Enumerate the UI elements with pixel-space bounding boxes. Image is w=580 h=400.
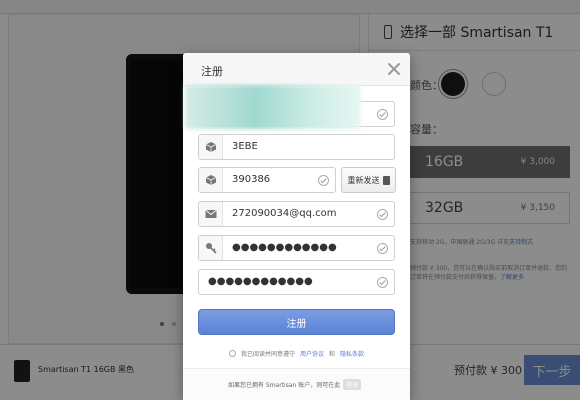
captcha-value: 3EBE	[232, 141, 258, 152]
redacted-region	[185, 85, 361, 129]
footer-message: 如果您已拥有 Smartisan 账户，则可在此	[228, 382, 341, 389]
close-icon[interactable]	[386, 61, 402, 77]
privacy-policy-link[interactable]: 隐私条款	[340, 349, 364, 358]
captcha-field[interactable]: 3EBE	[198, 134, 395, 160]
resend-label: 重新发送	[347, 175, 380, 185]
phone-icon	[382, 175, 390, 185]
cube-icon	[199, 168, 223, 192]
envelope-icon	[199, 202, 223, 226]
agreement-text: 我已阅读并同意遵守	[241, 350, 296, 358]
check-icon	[377, 243, 388, 254]
sms-code-value: 390386	[232, 174, 271, 185]
sms-code-field[interactable]: 390386	[198, 167, 336, 193]
confirm-password-value: ●●●●●●●●●●●●	[208, 276, 313, 287]
email-field[interactable]: 272090034@qq.com	[198, 201, 395, 227]
check-icon	[318, 175, 329, 186]
check-icon	[377, 209, 388, 220]
agreement-checkbox[interactable]	[229, 349, 236, 357]
key-icon	[199, 236, 223, 260]
check-icon	[377, 109, 388, 120]
check-icon	[377, 277, 388, 288]
agreement-row: 我已阅读并同意遵守 用户协议 和 隐私条款	[229, 348, 364, 358]
user-agreement-link[interactable]: 用户协议	[300, 349, 324, 358]
email-value: 272090034@qq.com	[232, 208, 337, 219]
confirm-password-field[interactable]: ●●●●●●●●●●●●	[198, 269, 395, 295]
login-button[interactable]: 登录	[343, 379, 362, 390]
modal-title: 注册	[201, 65, 223, 78]
register-modal: 注册 3EBE 390386 重新发送 272090034@qq.com ●●●…	[183, 53, 410, 400]
resend-button[interactable]: 重新发送	[341, 167, 396, 193]
footer-text: 如果您已拥有 Smartisan 账户，则可在此 登录	[228, 379, 362, 390]
agreement-and: 和	[329, 350, 336, 358]
register-submit-button[interactable]: 注册	[198, 309, 395, 335]
password-field[interactable]: ●●●●●●●●●●●●	[198, 235, 395, 261]
cube-icon	[199, 135, 223, 159]
password-value: ●●●●●●●●●●●●	[232, 242, 337, 253]
